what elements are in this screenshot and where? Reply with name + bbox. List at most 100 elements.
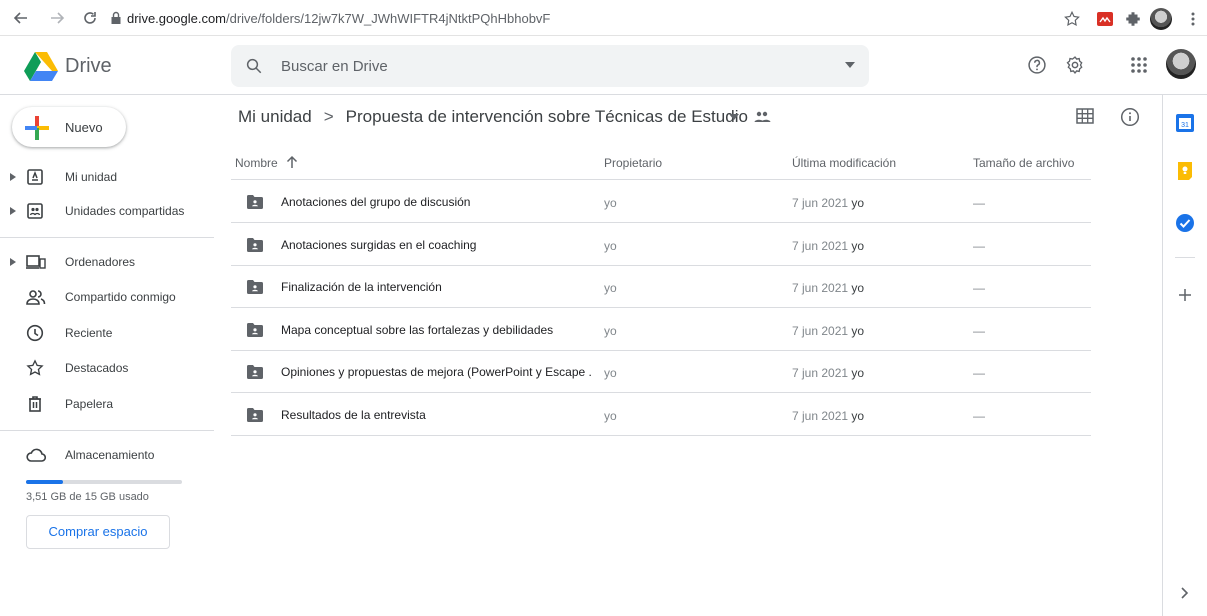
grid-view-icon[interactable] — [1076, 108, 1094, 124]
profile-avatar[interactable] — [1150, 8, 1172, 30]
sidebar-item-my-drive[interactable]: Mi unidad — [0, 160, 214, 194]
file-modified: 7 jun 2021 yo — [792, 239, 864, 253]
drive-header: Drive — [0, 37, 1207, 95]
sidebar-item-recent[interactable]: Reciente — [0, 316, 214, 350]
search-icon[interactable] — [245, 57, 263, 75]
drive-icon — [26, 168, 44, 186]
tasks-icon[interactable] — [1175, 213, 1195, 233]
column-modified-header[interactable]: Última modificación — [792, 156, 896, 170]
url-host: drive.google.com — [127, 11, 226, 26]
browser-menu-icon[interactable] — [1184, 10, 1202, 28]
shared-folder-icon — [247, 237, 263, 252]
file-size: — — [973, 196, 985, 210]
file-size: — — [973, 408, 985, 423]
file-owner: yo — [604, 323, 617, 338]
sidebar-item-label: Unidades compartidas — [65, 204, 185, 218]
shared-folder-icon — [247, 407, 263, 422]
sidebar-item-label: Ordenadores — [65, 255, 136, 269]
info-icon[interactable] — [1120, 107, 1140, 127]
plus-icon — [25, 116, 49, 140]
expand-arrow-icon[interactable] — [10, 207, 16, 215]
file-modified: 7 jun 2021 yo — [792, 281, 864, 295]
file-modified-by: yo — [851, 366, 865, 380]
table-row[interactable]: Anotaciones surgidas en el coaching yo 7… — [231, 224, 1091, 266]
file-modified-by: yo — [851, 196, 865, 210]
sort-up-arrow-icon[interactable] — [286, 155, 298, 169]
file-owner: yo — [604, 196, 617, 210]
file-name: Finalización de la intervención — [281, 280, 442, 294]
file-modified: 7 jun 2021 yo — [792, 366, 864, 380]
star-icon — [26, 359, 44, 377]
forward-arrow-icon[interactable] — [48, 9, 66, 27]
side-panel: 31 — [1162, 95, 1207, 616]
extensions-puzzle-icon[interactable] — [1124, 10, 1142, 28]
breadcrumb-root[interactable]: Mi unidad — [238, 107, 312, 126]
storage-usage-bar — [26, 480, 182, 484]
search-options-icon[interactable] — [845, 62, 855, 68]
breadcrumb-separator: > — [323, 107, 334, 126]
back-arrow-icon[interactable] — [12, 9, 30, 27]
file-size: — — [973, 281, 985, 295]
keep-icon[interactable] — [1175, 161, 1195, 181]
file-owner: yo — [604, 281, 617, 295]
sidebar-item-computers[interactable]: Ordenadores — [0, 245, 214, 279]
breadcrumb-current[interactable]: Propuesta de intervención sobre Técnicas… — [346, 107, 748, 126]
table-row[interactable]: Mapa conceptual sobre las fortalezas y d… — [231, 309, 1091, 351]
file-name: Anotaciones del grupo de discusión — [281, 195, 471, 209]
calendar-icon[interactable]: 31 — [1175, 113, 1195, 133]
computers-icon — [26, 253, 46, 271]
storage-usage-fill — [26, 480, 63, 484]
address-bar[interactable]: drive.google.com/drive/folders/12jw7k7W_… — [127, 11, 550, 26]
sidebar-item-trash[interactable]: Papelera — [0, 387, 214, 421]
apps-grid-icon[interactable] — [1130, 56, 1148, 74]
sidebar-item-label: Compartido conmigo — [65, 290, 176, 304]
svg-text:31: 31 — [1181, 122, 1189, 129]
table-row[interactable]: Resultados de la entrevista yo 7 jun 202… — [231, 394, 1091, 436]
breadcrumb: Mi unidad > Propuesta de intervención sobr… — [238, 107, 748, 127]
file-modified-by: yo — [851, 238, 865, 253]
show-panel-chevron-icon[interactable] — [1180, 587, 1190, 599]
drive-logo-icon[interactable] — [24, 51, 58, 81]
sidebar-item-storage[interactable]: Almacenamiento — [0, 438, 214, 472]
sidebar-item-shared-drives[interactable]: Unidades compartidas — [0, 194, 214, 228]
file-size: — — [973, 366, 985, 380]
sidebar-item-starred[interactable]: Destacados — [0, 351, 214, 385]
file-size: — — [973, 238, 985, 253]
shared-drives-icon — [26, 202, 44, 220]
search-box[interactable] — [231, 45, 869, 87]
browser-toolbar: drive.google.com/drive/folders/12jw7k7W_… — [0, 0, 1207, 36]
buy-storage-button[interactable]: Comprar espacio — [26, 515, 170, 549]
table-row[interactable]: Finalización de la intervención yo 7 jun… — [231, 266, 1091, 308]
help-icon[interactable] — [1027, 55, 1047, 75]
new-button[interactable]: Nuevo — [12, 107, 126, 147]
expand-arrow-icon[interactable] — [10, 258, 16, 266]
file-owner: yo — [604, 408, 617, 423]
brand-name[interactable]: Drive — [65, 55, 112, 78]
clock-icon — [26, 324, 44, 342]
column-owner-header[interactable]: Propietario — [604, 156, 662, 170]
file-modified: 7 jun 2021 yo — [792, 409, 864, 423]
sidebar-item-label: Almacenamiento — [65, 448, 155, 462]
file-modified-by: yo — [851, 408, 865, 423]
file-size: — — [973, 323, 985, 338]
table-row[interactable]: Opiniones y propuestas de mejora (PowerP… — [231, 351, 1091, 393]
shared-folder-people-icon[interactable] — [753, 110, 771, 124]
shared-folder-icon — [247, 280, 263, 294]
storage-usage-text: 3,51 GB de 15 GB usado — [26, 491, 149, 503]
extension-red-icon[interactable] — [1096, 10, 1114, 28]
file-modified-date: 7 jun 2021 — [792, 281, 849, 295]
shared-with-me-icon — [26, 288, 46, 306]
account-avatar[interactable] — [1166, 49, 1196, 79]
column-name-header[interactable]: Nombre — [235, 156, 278, 170]
table-row[interactable]: Anotaciones del grupo de discusión yo 7 … — [231, 181, 1091, 223]
sidebar-item-shared-with-me[interactable]: Compartido conmigo — [0, 280, 214, 314]
bookmark-star-icon[interactable] — [1063, 10, 1081, 28]
reload-icon[interactable] — [81, 9, 99, 27]
column-size-header[interactable]: Tamaño de archivo — [973, 156, 1074, 170]
folder-menu-caret-icon[interactable] — [729, 114, 739, 120]
search-input[interactable] — [279, 54, 819, 78]
expand-arrow-icon[interactable] — [10, 173, 16, 181]
settings-gear-icon[interactable] — [1065, 55, 1085, 75]
add-addon-plus-icon[interactable] — [1177, 287, 1193, 303]
file-owner: yo — [604, 366, 617, 380]
